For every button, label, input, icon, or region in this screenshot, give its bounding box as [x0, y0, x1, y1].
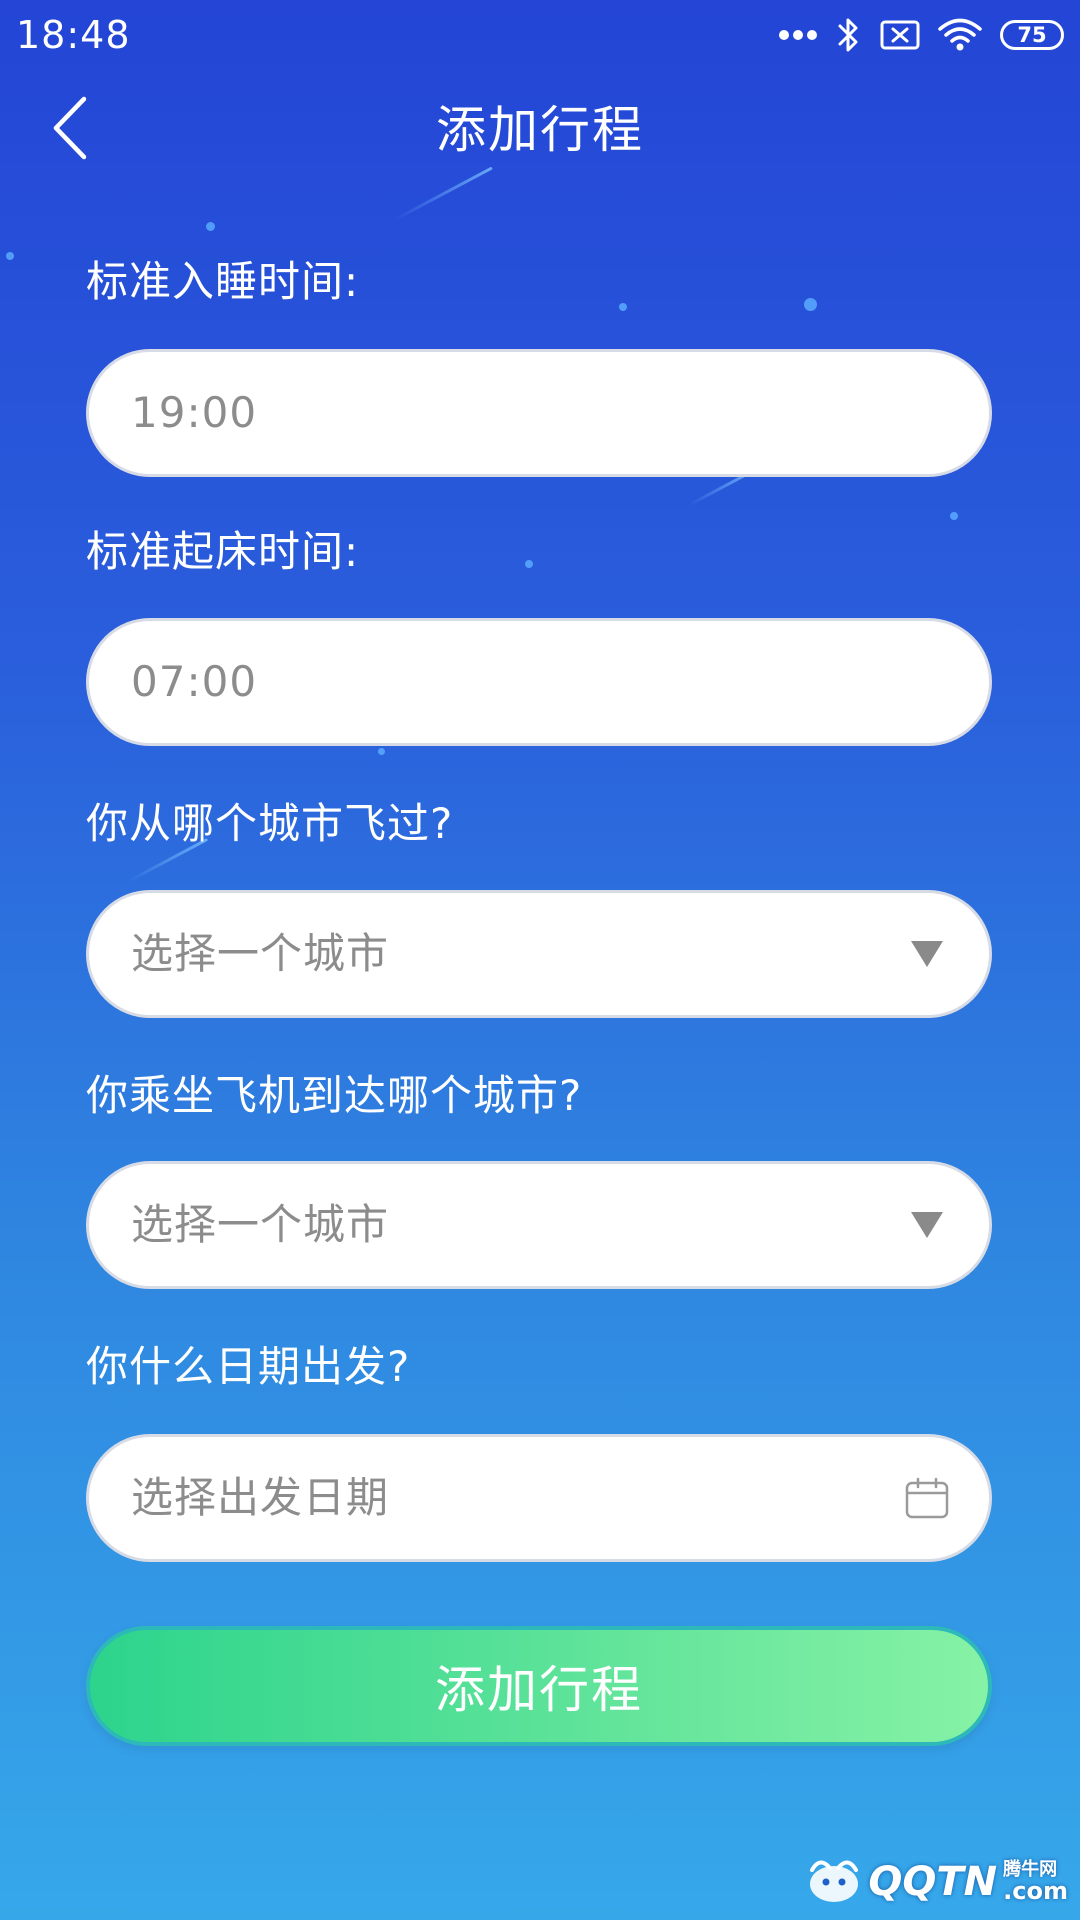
departure-city-select[interactable]: 选择一个城市 [86, 890, 992, 1018]
bluetooth-icon [836, 16, 862, 54]
arrival-city-placeholder: 选择一个城市 [131, 1200, 390, 1249]
battery-level: 75 [1017, 23, 1047, 47]
background-sparkle [6, 252, 14, 260]
add-trip-screen: 18:48 75 添加行程 标准入睡时间: 19:00 标准起床时间: 07:0… [0, 0, 1080, 1920]
departure-date-picker[interactable]: 选择出发日期 [86, 1434, 992, 1562]
add-trip-button[interactable]: 添加行程 [86, 1626, 992, 1746]
dropdown-triangle-icon [905, 932, 949, 976]
arrival-city-select[interactable]: 选择一个城市 [86, 1161, 992, 1289]
more-dots-icon [778, 29, 818, 41]
background-sparkle [619, 303, 627, 311]
departure-date-label: 你什么日期出发? [86, 1342, 411, 1391]
arrival-city-label: 你乘坐飞机到达哪个城市? [86, 1071, 583, 1120]
background-sparkle [378, 748, 385, 755]
watermark-suffix: .com [1003, 1877, 1068, 1905]
status-bar: 18:48 75 [0, 0, 1080, 70]
sleep-time-label: 标准入睡时间: [86, 257, 360, 306]
wake-time-value: 07:00 [131, 657, 258, 706]
no-sim-icon [880, 20, 920, 50]
departure-city-label: 你从哪个城市飞过? [86, 799, 454, 848]
wake-time-field[interactable]: 07:00 [86, 618, 992, 746]
watermark: QQTN 腾牛网 .com [806, 1852, 1068, 1912]
background-sparkle [525, 560, 533, 568]
calendar-icon [905, 1476, 949, 1520]
dropdown-triangle-icon [905, 1203, 949, 1247]
battery-icon: 75 [1000, 20, 1064, 50]
departure-city-placeholder: 选择一个城市 [131, 929, 390, 978]
background-sparkle [950, 512, 958, 520]
sleep-time-value: 19:00 [131, 388, 258, 437]
header: 添加行程 [0, 80, 1080, 185]
watermark-text: QQTN [868, 1859, 998, 1905]
status-time: 18:48 [16, 13, 131, 57]
watermark-logo-icon [806, 1854, 862, 1910]
background-sparkle [804, 298, 817, 311]
status-icons: 75 [778, 12, 1064, 58]
wifi-icon [938, 18, 982, 52]
background-sparkle [206, 222, 215, 231]
departure-date-placeholder: 选择出发日期 [131, 1473, 390, 1522]
sleep-time-field[interactable]: 19:00 [86, 349, 992, 477]
watermark-suffix-group: 腾牛网 .com [1003, 1861, 1068, 1905]
page-title: 添加行程 [436, 101, 644, 159]
wake-time-label: 标准起床时间: [86, 527, 360, 576]
